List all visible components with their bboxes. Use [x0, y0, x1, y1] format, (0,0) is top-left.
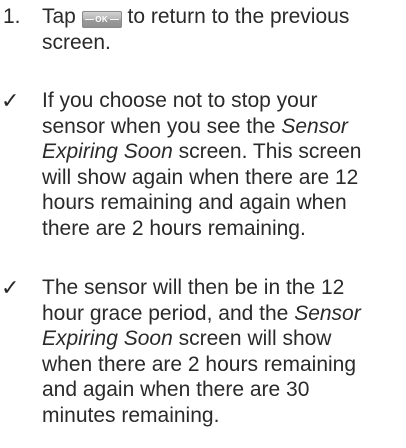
step-number: 1. — [3, 5, 21, 28]
ok-button-label: OK — [95, 15, 109, 24]
ok-button[interactable]: OK — [81, 11, 122, 28]
ok-button-left-bar — [84, 19, 94, 20]
tip-text-part1: If you choose not to stop your sensor wh… — [42, 89, 318, 138]
tip-text: The sensor will then be in the 12 hour g… — [42, 275, 386, 428]
checkmark-icon: ✓ — [1, 275, 20, 300]
tip-text: If you choose not to stop your sensor wh… — [42, 88, 386, 241]
checkmark-icon: ✓ — [1, 88, 20, 113]
step-text-before: Tap — [42, 5, 82, 28]
ok-button-right-bar — [109, 19, 119, 20]
step-text: Tap OK to return to the previous screen. — [42, 4, 386, 55]
